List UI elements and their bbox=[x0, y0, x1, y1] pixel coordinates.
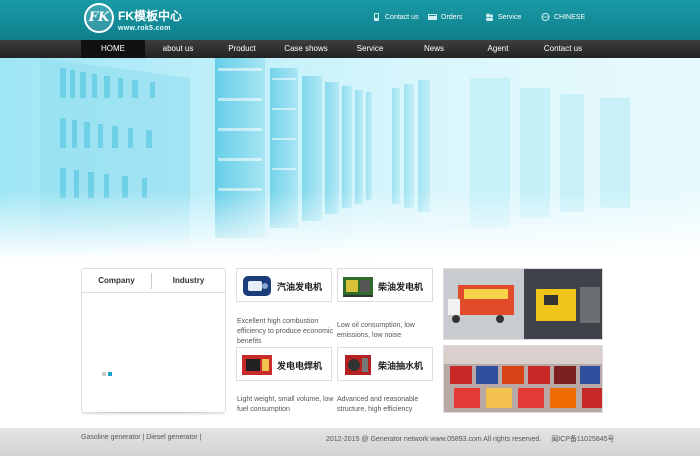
toplink-label: Service bbox=[498, 13, 522, 21]
product-gasoline-generator[interactable]: 汽油发电机 bbox=[236, 268, 332, 302]
product-diesel-generator[interactable]: 柴油发电机 bbox=[337, 268, 433, 302]
icp-number[interactable]: 闽ICP备11025845号 bbox=[551, 436, 614, 443]
tab-box-shadow bbox=[81, 412, 226, 416]
case-photo-trucks[interactable] bbox=[443, 268, 603, 340]
tab-bar: Company Industry bbox=[82, 269, 225, 293]
toplink-chinese[interactable]: CHINESE bbox=[541, 13, 585, 21]
product-desc: Excellent high combustion efficiency to … bbox=[237, 318, 333, 345]
truck-photo bbox=[444, 269, 602, 339]
header: FK FK模板中心 www.rok5.com Contact us Orders… bbox=[0, 0, 700, 40]
water-pump-image bbox=[345, 355, 371, 375]
nav-news[interactable]: News bbox=[402, 40, 466, 58]
globe-icon bbox=[541, 13, 550, 21]
diesel-generator-image bbox=[343, 277, 373, 297]
toplink-label: Orders bbox=[441, 13, 463, 21]
product-label: 柴油抽水机 bbox=[378, 361, 424, 371]
main-nav: HOME about us Product Case shows Service… bbox=[0, 40, 700, 58]
footer-links[interactable]: Gasoline generator | Diesel generator | bbox=[81, 434, 201, 441]
nav-service[interactable]: Service bbox=[338, 40, 402, 58]
product-desc: Low oil consumption, low emissions, low … bbox=[337, 322, 415, 339]
welding-generator-image bbox=[242, 355, 272, 375]
nav-case-shows[interactable]: Case shows bbox=[274, 40, 338, 58]
phone-icon bbox=[374, 13, 379, 21]
copyright-text: 2012-2015 @ Generator network www.05893.… bbox=[326, 436, 542, 443]
cart-icon bbox=[428, 14, 437, 20]
toplink-label: CHINESE bbox=[554, 13, 586, 21]
product-label: 柴油发电机 bbox=[378, 282, 424, 292]
case-photo-showroom[interactable] bbox=[443, 345, 603, 413]
nav-about-us[interactable]: about us bbox=[146, 40, 210, 58]
slider-dots bbox=[102, 369, 114, 378]
nav-contact-us[interactable]: Contact us bbox=[530, 40, 596, 58]
footer: Gasoline generator | Diesel generator | … bbox=[0, 428, 700, 456]
top-links: Contact us Orders Service CHINESE bbox=[0, 13, 700, 27]
toplink-service[interactable]: Service bbox=[485, 13, 521, 21]
showroom-photo bbox=[444, 346, 602, 412]
banner-fade bbox=[0, 190, 700, 260]
hero-banner bbox=[0, 58, 700, 260]
tab-company[interactable]: Company bbox=[82, 269, 151, 293]
slider-dot-active[interactable] bbox=[108, 372, 112, 376]
product-welding-generator[interactable]: 发电电焊机 bbox=[236, 347, 332, 381]
people-icon bbox=[486, 13, 494, 21]
product-label: 汽油发电机 bbox=[277, 282, 323, 292]
product-desc: Advanced and reasonable structure, high … bbox=[337, 396, 419, 413]
toplink-orders[interactable]: Orders bbox=[428, 13, 462, 21]
tab-industry[interactable]: Industry bbox=[152, 269, 225, 293]
nav-home[interactable]: HOME bbox=[81, 40, 145, 58]
slider-dot[interactable] bbox=[102, 372, 106, 376]
product-diesel-water-pump[interactable]: 柴油抽水机 bbox=[337, 347, 433, 381]
footer-copyright: 2012-2015 @ Generator network www.05893.… bbox=[326, 434, 615, 444]
toplink-label: Contact us bbox=[385, 13, 419, 21]
gasoline-generator-image bbox=[243, 276, 271, 296]
toplink-contact-us[interactable]: Contact us bbox=[372, 13, 418, 21]
product-label: 发电电焊机 bbox=[277, 361, 323, 371]
product-desc: Light weight, small volume, low fuel con… bbox=[237, 396, 334, 413]
news-tab-box: Company Industry bbox=[81, 268, 226, 413]
nav-agent[interactable]: Agent bbox=[466, 40, 530, 58]
nav-product[interactable]: Product bbox=[210, 40, 274, 58]
